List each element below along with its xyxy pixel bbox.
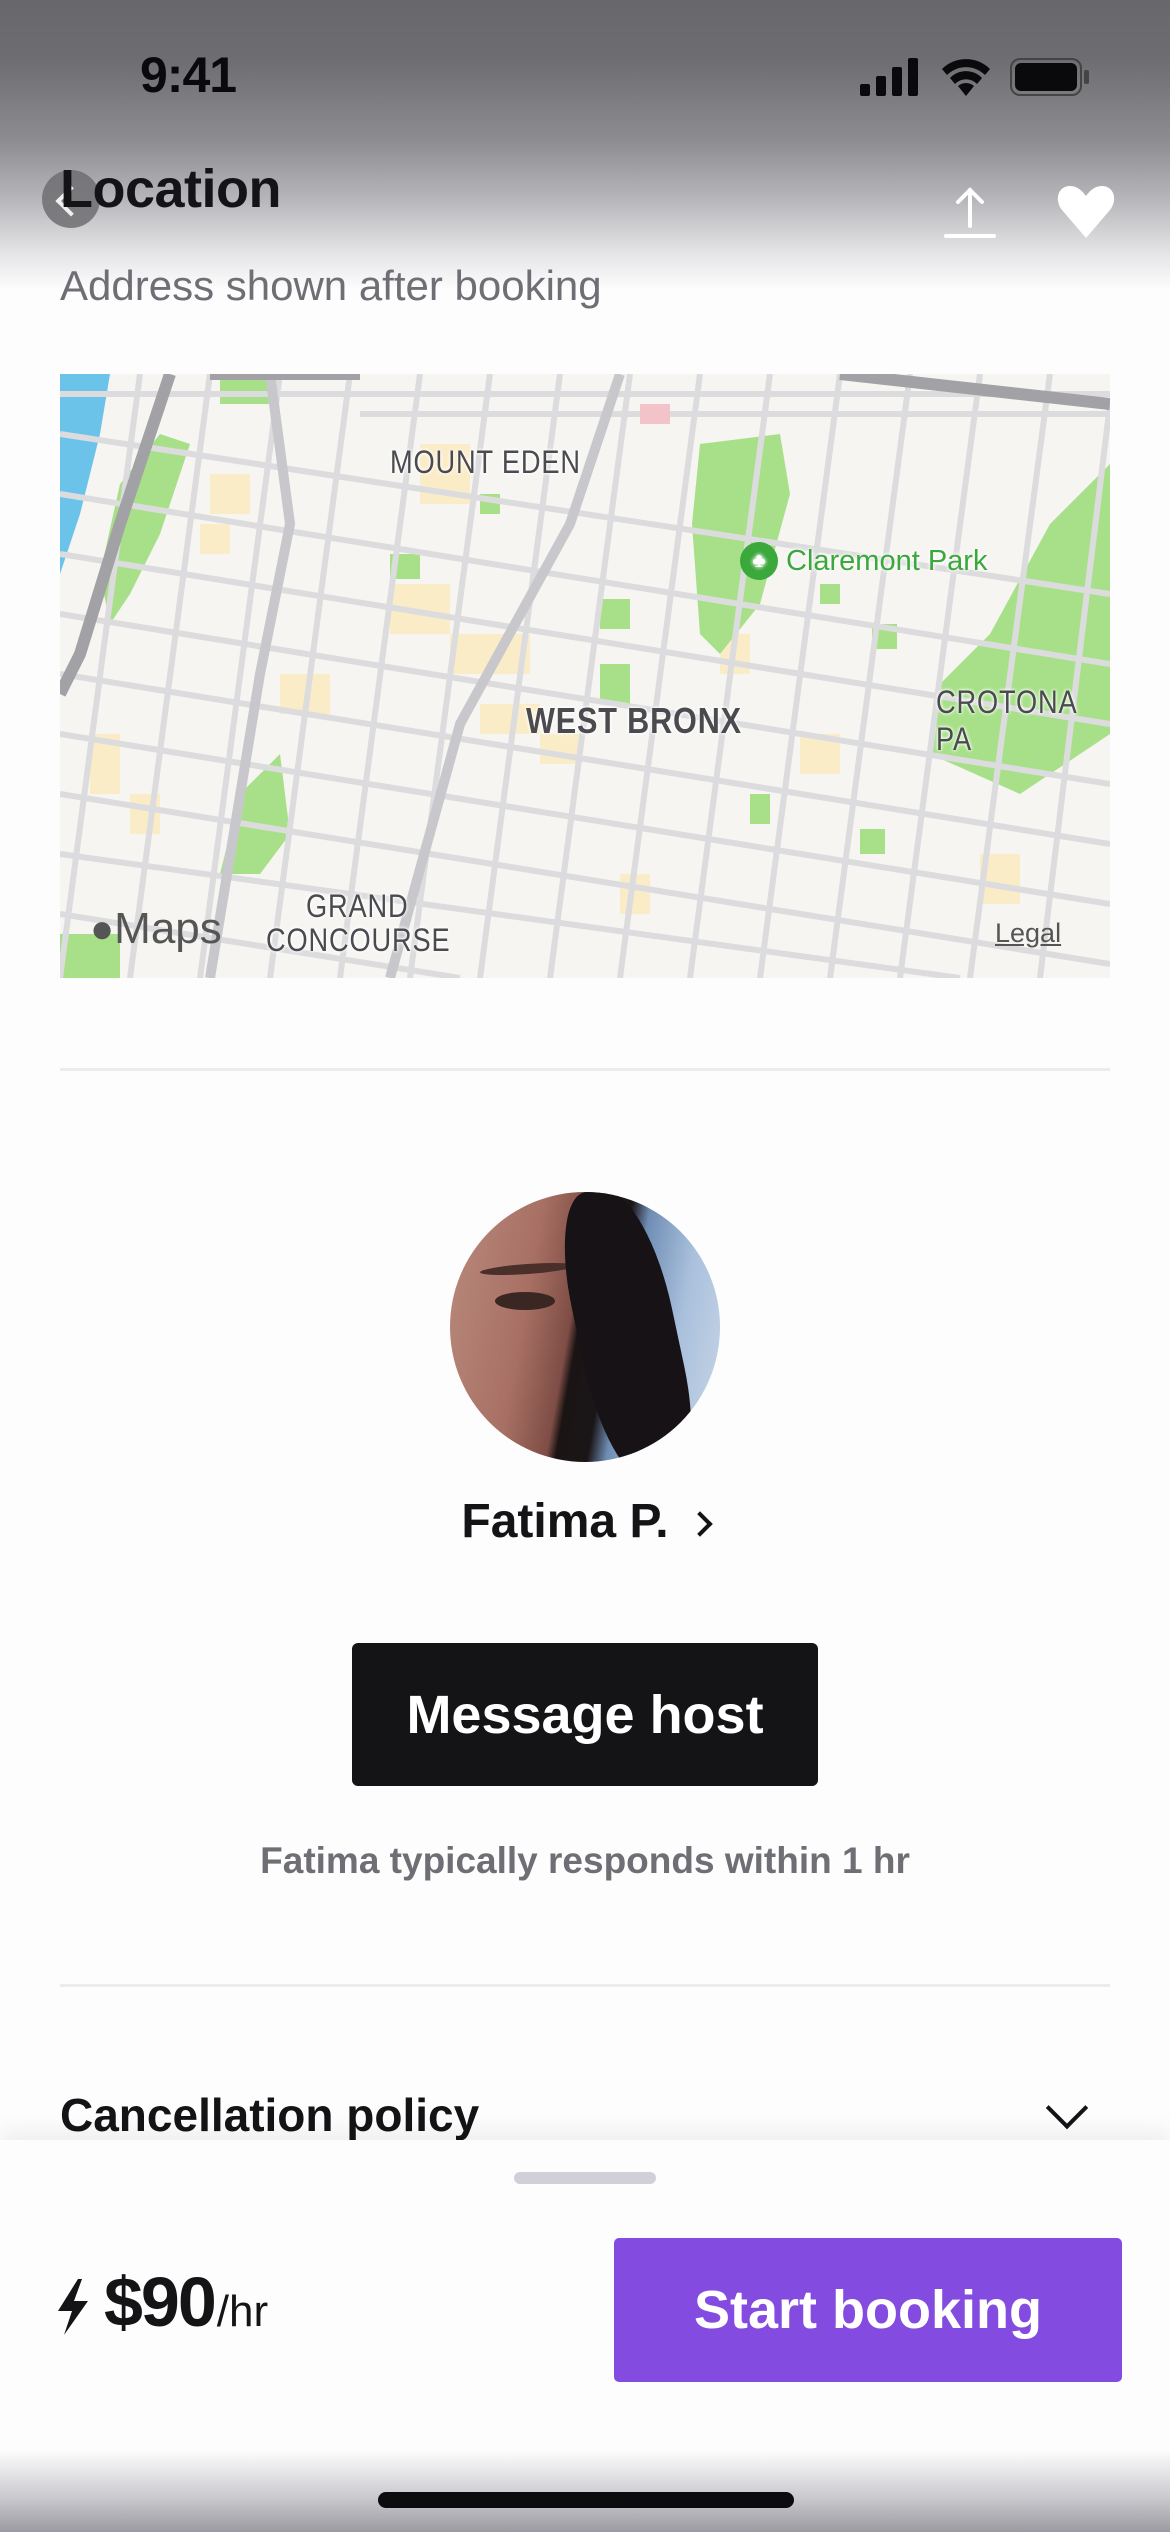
location-map[interactable]: MOUNT EDEN WEST BRONX CROTONA PA GRAND C… bbox=[60, 374, 1110, 978]
map-label-west-bronx: WEST BRONX bbox=[526, 700, 742, 741]
cellular-signal-icon bbox=[860, 58, 918, 96]
heart-icon bbox=[1057, 186, 1115, 238]
share-upload-icon bbox=[944, 187, 996, 238]
status-bar: 9:41 bbox=[0, 0, 1170, 150]
host-profile-link[interactable]: Fatima P. bbox=[0, 1494, 1170, 1549]
chevron-right-icon bbox=[686, 1510, 713, 1537]
message-host-button[interactable]: Message host bbox=[352, 1643, 818, 1786]
share-button[interactable] bbox=[940, 182, 1000, 242]
battery-icon bbox=[1010, 58, 1089, 96]
favorite-button[interactable] bbox=[1054, 180, 1118, 244]
host-avatar[interactable] bbox=[450, 1192, 720, 1462]
map-label-crotona-park: CROTONA PA bbox=[936, 684, 1076, 757]
bottom-gradient bbox=[0, 2450, 1170, 2532]
response-time-text: Fatima typically responds within 1 hr bbox=[260, 1840, 910, 1881]
price-unit: /hr bbox=[216, 2287, 269, 2336]
apple-logo-icon: ● bbox=[90, 906, 115, 951]
map-tiles bbox=[60, 374, 1110, 978]
wifi-icon bbox=[942, 59, 990, 96]
divider bbox=[60, 1984, 1110, 1987]
divider bbox=[60, 1068, 1110, 1071]
legal-link[interactable]: Legal bbox=[995, 918, 1061, 949]
map-label-mount-eden: MOUNT EDEN bbox=[390, 444, 581, 480]
cancellation-policy-title: Cancellation policy bbox=[60, 2089, 480, 2141]
poi-label: Claremont Park bbox=[786, 544, 988, 577]
host-name: Fatima P. bbox=[461, 1495, 669, 1548]
price-amount: $90 bbox=[104, 2263, 217, 2341]
lightning-bolt-icon bbox=[58, 2279, 88, 2335]
chevron-down-icon[interactable] bbox=[1045, 2086, 1089, 2130]
map-label-grand: GRAND bbox=[306, 888, 409, 924]
nav-header: Location bbox=[0, 150, 1170, 270]
map-poi-claremont-park[interactable]: ♣ Claremont Park bbox=[740, 542, 987, 580]
map-label-concourse: CONCOURSE bbox=[266, 922, 451, 958]
tree-icon: ♣ bbox=[740, 542, 778, 580]
start-booking-button[interactable]: Start booking bbox=[614, 2238, 1122, 2382]
status-time: 9:41 bbox=[140, 47, 237, 103]
maps-attribution: ● Maps bbox=[90, 904, 222, 953]
home-indicator[interactable] bbox=[378, 2492, 794, 2508]
sheet-grabber[interactable] bbox=[514, 2172, 656, 2184]
price-display: $90 /hr bbox=[56, 2262, 268, 2342]
page-title: Location bbox=[60, 159, 282, 219]
